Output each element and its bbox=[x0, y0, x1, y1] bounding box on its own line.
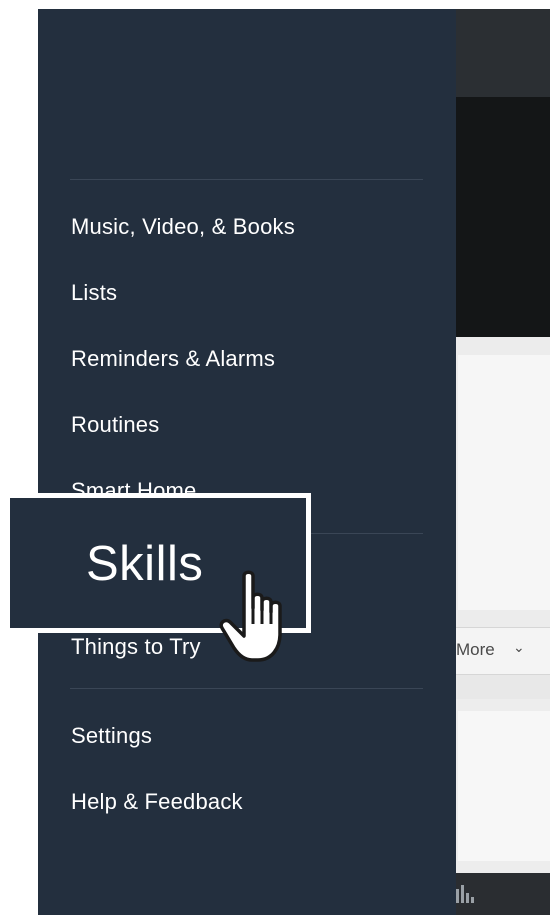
menu-item-lists[interactable]: Lists bbox=[71, 280, 117, 306]
menu-item-reminders-alarms[interactable]: Reminders & Alarms bbox=[71, 346, 275, 372]
background-card-secondary-panel bbox=[458, 711, 550, 861]
navigation-drawer: Music, Video, & Books Lists Reminders & … bbox=[38, 9, 456, 915]
menu-item-routines[interactable]: Routines bbox=[71, 412, 159, 438]
more-label: More bbox=[456, 640, 495, 659]
menu-item-help-feedback[interactable]: Help & Feedback bbox=[71, 789, 243, 815]
menu-item-skills[interactable]: Skills bbox=[86, 536, 203, 592]
menu-item-music-video-books[interactable]: Music, Video, & Books bbox=[71, 214, 295, 240]
screen: More ⌄ Music, Video, & Books Lists Remin… bbox=[0, 0, 550, 919]
equalizer-icon[interactable] bbox=[456, 885, 478, 903]
chevron-down-icon: ⌄ bbox=[513, 639, 525, 655]
menu-item-settings[interactable]: Settings bbox=[71, 723, 152, 749]
menu-item-things-to-try[interactable]: Things to Try bbox=[71, 634, 201, 660]
drawer-divider bbox=[70, 179, 423, 180]
hand-pointer-icon bbox=[219, 570, 282, 662]
drawer-divider bbox=[70, 688, 423, 689]
background-card-panel bbox=[458, 355, 550, 610]
